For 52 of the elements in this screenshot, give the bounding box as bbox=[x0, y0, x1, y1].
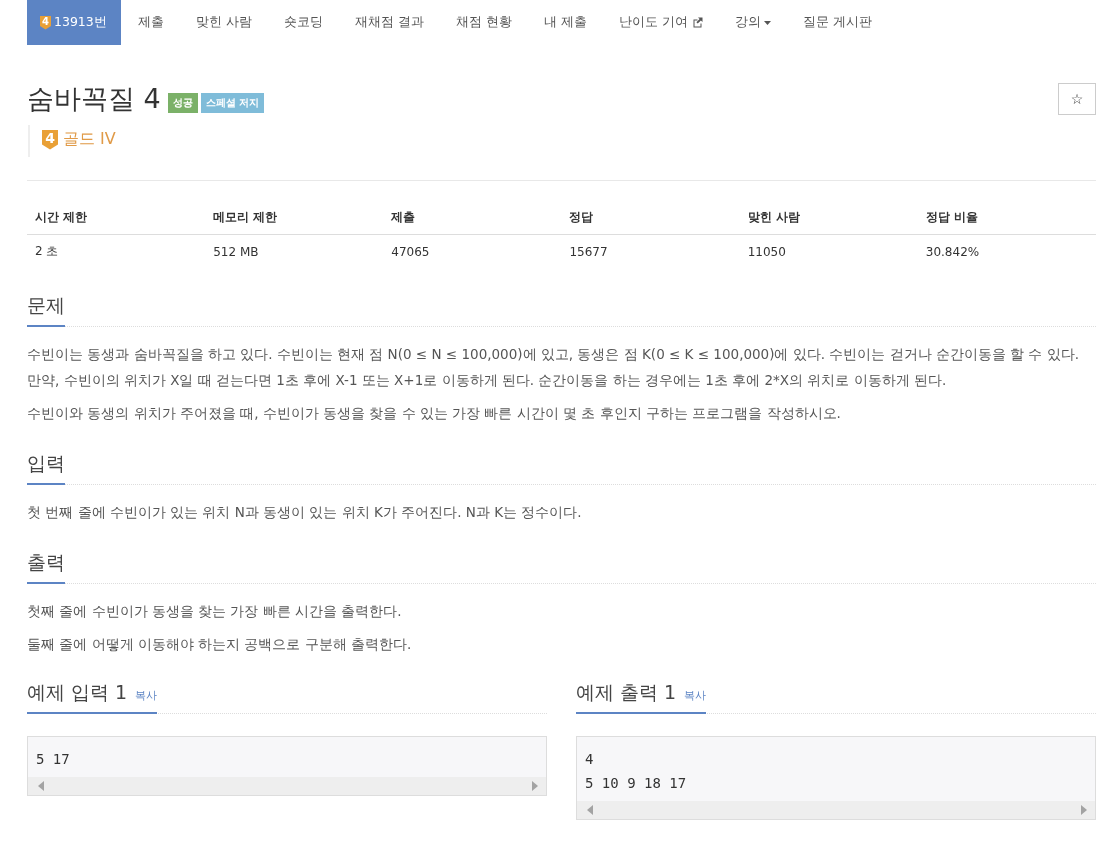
paragraph: 수빈이는 동생과 숨바꼭질을 하고 있다. 수빈이는 현재 점 N(0 ≤ N ≤ 100,000)에 있고, 동생은 점 K(0 ≤ K ≤ 100,000)에 있다. 수빈이는 걷거나 순간이동을 할 수 있다. 만약, 수빈이의 위치가 X일 때 걷는다면 1초 후에 X-1 또는 X+1로 이동하게 된다. 순간이동을 하는 경우에는 1초 후에 2*X의 위치로 이동하게 된다. bbox=[27, 345, 1081, 390]
table-cell: 11050 bbox=[739, 234, 918, 268]
nav-tab[interactable]: 질문 게시판 bbox=[785, 0, 887, 45]
tier-badge: 4 bbox=[40, 15, 51, 30]
nav-tab[interactable]: 강의 bbox=[717, 0, 786, 45]
nav-tab[interactable]: 채점 현황 bbox=[438, 0, 527, 45]
nav-tab[interactable]: 맞힌 사람 bbox=[178, 0, 267, 45]
nav-tab[interactable]: 숏코딩 bbox=[266, 0, 338, 45]
section-heading: 문제 bbox=[27, 293, 65, 327]
star-button[interactable]: ☆ bbox=[1058, 83, 1096, 115]
table-cell: 30.842% bbox=[917, 234, 1096, 268]
status-label: 스페셜 저지 bbox=[200, 93, 265, 113]
column-header: 정답 bbox=[561, 201, 740, 235]
column-header: 시간 제한 bbox=[27, 201, 206, 235]
column-header: 제출 bbox=[383, 201, 562, 235]
paragraph: 첫째 줄에 수빈이가 동생을 찾는 가장 빠른 시간을 출력한다. bbox=[27, 602, 403, 621]
column-header: 정답 비율 bbox=[917, 201, 1096, 235]
nav-tab[interactable]: 4 13913번 bbox=[27, 0, 121, 45]
tier-badge: 4 bbox=[42, 129, 58, 150]
table-cell: 15677 bbox=[561, 234, 740, 268]
status-label: 성공 bbox=[167, 93, 198, 113]
section-heading: 입력 bbox=[27, 451, 65, 485]
code-line: 5 17 bbox=[36, 750, 71, 769]
nav-tab[interactable]: 난이도 기여 bbox=[601, 0, 718, 45]
column-header: 메모리 제한 bbox=[205, 201, 384, 235]
external-link-icon bbox=[691, 17, 703, 28]
copy-link[interactable]: 복사 bbox=[135, 688, 158, 703]
paragraph: 둘째 줄에 어떻게 이동해야 하는지 공백으로 구분해 출력한다. bbox=[27, 635, 413, 654]
problem-title: 숨바꼭질 4 bbox=[27, 83, 161, 115]
tier-name: 골드 IV bbox=[63, 129, 116, 150]
sample-heading: 예제 입력 1 bbox=[27, 680, 128, 705]
scroll-left-icon bbox=[587, 805, 593, 815]
paragraph: 수빈이와 동생의 위치가 주어졌을 때, 수빈이가 동생을 찾을 수 있는 가장 빠른 시간이 몇 초 후인지 구하는 프로그램을 작성하시오. bbox=[27, 404, 842, 423]
sample-heading: 예제 출력 1 bbox=[576, 680, 677, 705]
scroll-left-icon bbox=[38, 781, 44, 791]
table-cell: 2 초 bbox=[27, 234, 206, 268]
nav-tab[interactable]: 재채점 결과 bbox=[337, 0, 439, 45]
column-header: 맞힌 사람 bbox=[739, 201, 918, 235]
table-cell: 47065 bbox=[383, 234, 562, 268]
table-cell: 512 MB bbox=[205, 234, 384, 268]
paragraph: 첫 번째 줄에 수빈이가 있는 위치 N과 동생이 있는 위치 K가 주어진다. N과 K는 정수이다. bbox=[27, 503, 583, 522]
nav-tab[interactable]: 제출 bbox=[120, 0, 179, 45]
nav-tab[interactable]: 내 제출 bbox=[526, 0, 602, 45]
code-line: 5 10 9 18 17 bbox=[585, 774, 688, 793]
scroll-right-icon bbox=[1081, 805, 1087, 815]
copy-link[interactable]: 복사 bbox=[684, 688, 707, 703]
code-line: 4 bbox=[585, 750, 595, 769]
section-heading: 출력 bbox=[27, 550, 65, 584]
scrollbar[interactable] bbox=[577, 801, 1095, 819]
caret-icon bbox=[763, 20, 771, 25]
scroll-right-icon bbox=[532, 781, 538, 791]
scrollbar[interactable] bbox=[28, 777, 546, 795]
